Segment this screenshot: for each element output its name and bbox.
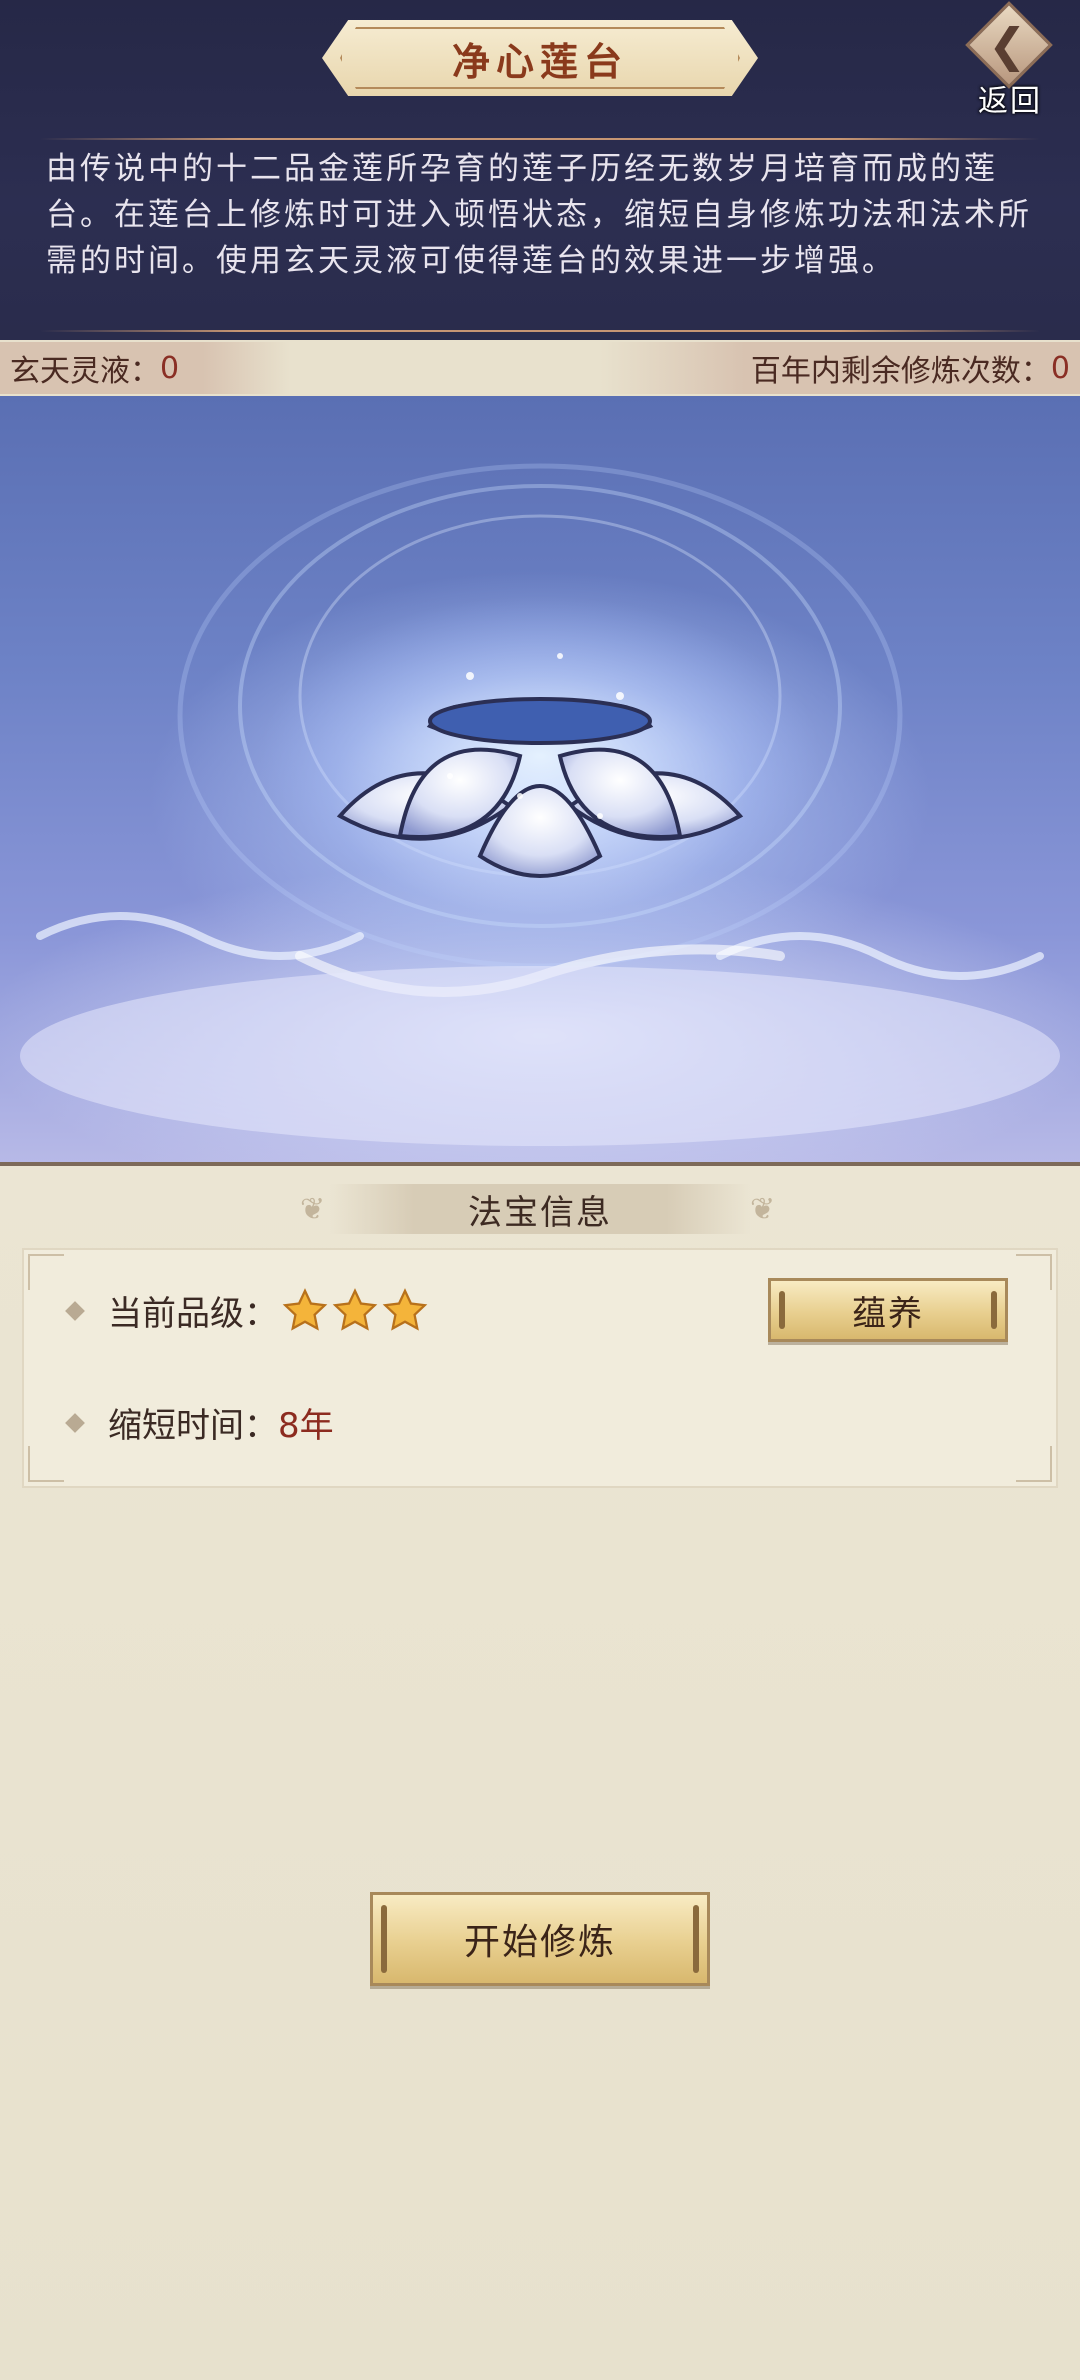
remaining-cultivation-counter: 百年内剩余修炼次数： 0 xyxy=(600,342,1080,394)
item-description: 由传说中的十二品金莲所孕育的莲子历经无数岁月培育而成的莲台。在莲台上修炼时可进入… xyxy=(46,151,1032,279)
card-corner xyxy=(1016,1446,1052,1482)
liquid-value: 0 xyxy=(160,350,180,386)
lotus-scene xyxy=(0,396,1080,1162)
page-title: 净心莲台 xyxy=(451,39,628,84)
header-panel: 净心莲台 ❮ 返回 由传说中的十二品金莲所孕育的莲子历经无数岁月培育而成的莲台。… xyxy=(0,0,1080,340)
liquid-counter: 玄天灵液： 0 xyxy=(0,342,290,394)
start-cultivation-label: 开始修炼 xyxy=(463,1922,616,1963)
back-arrow-icon: ❮ xyxy=(988,18,1027,72)
star-icon xyxy=(382,1287,428,1331)
reduce-time-row: 缩短时间： 8年 xyxy=(65,1398,334,1447)
info-panel: ❦ 法宝信息 ❦ 当前品级： 蕴养 缩短时间： 8年 开始修炼 xyxy=(0,1162,1080,2380)
grade-label: 当前品级： xyxy=(108,1294,278,1334)
grade-row: 当前品级： xyxy=(65,1286,428,1335)
section-title: 法宝信息 xyxy=(330,1184,750,1234)
remaining-value: 0 xyxy=(1050,350,1070,386)
section-ornament-right: ❦ xyxy=(750,1192,776,1227)
start-cultivation-button[interactable]: 开始修炼 xyxy=(370,1892,710,1986)
section-ornament-left: ❦ xyxy=(300,1192,326,1227)
back-button-label: 返回 xyxy=(978,84,1042,119)
star-icon xyxy=(282,1287,328,1331)
reduce-time-value: 8年 xyxy=(278,1406,334,1446)
nurture-button[interactable]: 蕴养 xyxy=(768,1278,1008,1342)
card-corner xyxy=(28,1254,64,1290)
lotus-platform-image xyxy=(20,463,1060,1146)
card-corner xyxy=(1016,1254,1052,1290)
liquid-label: 玄天灵液： xyxy=(10,354,160,389)
title-plate: 净心莲台 xyxy=(322,20,758,96)
nurture-button-label: 蕴养 xyxy=(852,1293,924,1334)
remaining-label: 百年内剩余修炼次数： xyxy=(750,354,1051,389)
back-button[interactable]: ❮ 返回 xyxy=(960,1,1070,119)
bottom-divider xyxy=(40,330,1040,332)
bullet-diamond-icon xyxy=(65,1300,85,1321)
grade-stars xyxy=(282,1287,428,1334)
star-icon xyxy=(332,1287,378,1331)
top-divider xyxy=(40,138,1040,140)
bullet-diamond-icon xyxy=(65,1412,85,1433)
card-corner xyxy=(28,1446,64,1482)
reduce-time-label: 缩短时间： xyxy=(108,1406,278,1446)
info-card: 当前品级： 蕴养 缩短时间： 8年 xyxy=(22,1248,1058,1488)
